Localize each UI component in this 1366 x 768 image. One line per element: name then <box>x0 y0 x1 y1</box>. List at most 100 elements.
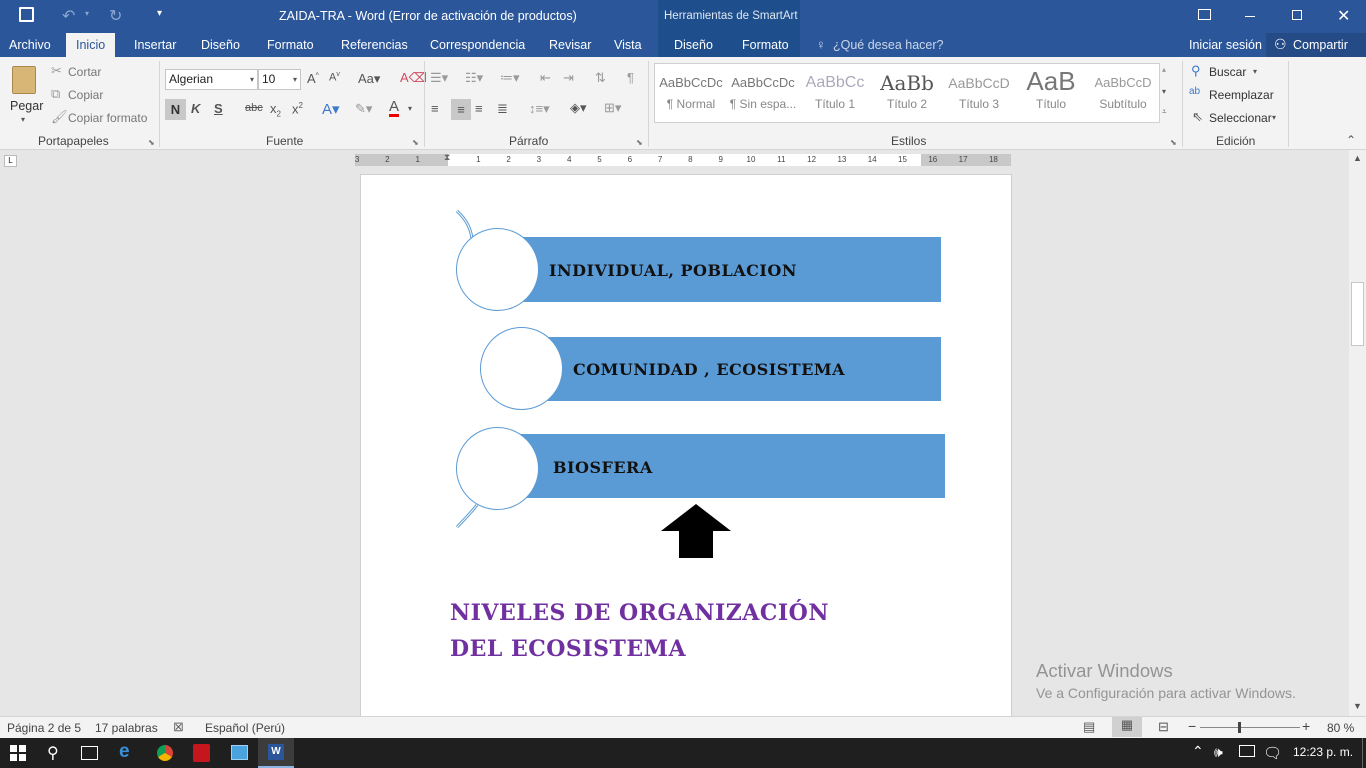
collapse-ribbon-icon[interactable]: ⌃ <box>1346 133 1356 147</box>
volume-icon[interactable]: 🕪 <box>1214 744 1223 761</box>
justify-icon[interactable]: ≣ <box>497 101 508 117</box>
select-dropdown-icon[interactable]: ▾ <box>1272 113 1276 122</box>
replace-button[interactable]: Reemplazar <box>1209 88 1274 102</box>
style-heading-3[interactable]: AaBbCcD Título 3 <box>944 67 1014 123</box>
windows-start-icon[interactable] <box>10 745 26 761</box>
superscript-icon[interactable]: x2 <box>292 101 303 116</box>
italic-button[interactable]: K <box>191 101 200 116</box>
read-mode-icon[interactable]: ▤ <box>1083 719 1095 735</box>
shading-icon[interactable]: ◈▾ <box>570 100 587 116</box>
tab-archivo[interactable]: Archivo <box>1 33 59 57</box>
decrease-indent-icon[interactable]: ⇤ <box>540 70 551 86</box>
style-heading-2[interactable]: AaBb Título 2 <box>872 67 942 123</box>
save-icon[interactable] <box>19 7 34 22</box>
style-no-spacing[interactable]: AaBbCcDc ¶ Sin espa... <box>728 67 798 123</box>
share-button[interactable]: ⚇ Compartir <box>1266 33 1366 57</box>
line-spacing-icon[interactable]: ↕≡▾ <box>529 101 550 117</box>
zoom-in-icon[interactable]: + <box>1302 718 1310 734</box>
copy-button[interactable]: Copiar <box>68 88 103 102</box>
indent-marker-icon[interactable]: ⧗ <box>444 152 450 163</box>
numbering-icon[interactable]: ☷▾ <box>465 70 483 86</box>
horizontal-ruler[interactable]: 3 2 1 1 2 3 4 5 6 7 8 9 10 11 12 13 14 15 16 17 18 <box>355 154 1011 166</box>
style-title[interactable]: AaB Título <box>1016 67 1086 123</box>
format-painter-button[interactable]: Copiar formato <box>68 111 147 125</box>
show-desktop-button[interactable] <box>1362 738 1363 768</box>
clipboard-launcher-icon[interactable]: ⬊ <box>148 138 155 147</box>
grow-font-icon[interactable]: A^ <box>307 71 319 86</box>
sort-icon[interactable]: ⇅ <box>595 70 606 86</box>
undo-icon[interactable]: ↶ <box>62 6 75 26</box>
zoom-slider-thumb[interactable] <box>1238 722 1241 733</box>
zoom-out-icon[interactable]: − <box>1188 718 1196 734</box>
cut-button[interactable]: Cortar <box>68 65 101 79</box>
customize-qat-icon[interactable]: ▾ <box>157 8 162 19</box>
page-count[interactable]: Página 2 de 5 <box>7 721 81 735</box>
tab-vista[interactable]: Vista <box>606 33 650 57</box>
proofing-icon[interactable]: ⊠ <box>173 719 184 735</box>
word-taskbar-button[interactable]: W <box>258 738 294 768</box>
font-name-combo[interactable]: Algerian ▾ <box>165 69 258 90</box>
align-left-icon[interactable]: ≡ <box>431 101 439 116</box>
style-normal[interactable]: AaBbCcDc ¶ Normal <box>656 67 726 123</box>
network-icon[interactable] <box>1239 745 1255 757</box>
styles-launcher-icon[interactable]: ⬊ <box>1170 138 1177 147</box>
tell-me-input[interactable]: ¿Qué desea hacer? <box>833 38 944 52</box>
paste-button[interactable]: Pegar ▾ <box>6 63 46 129</box>
document-page[interactable]: INDIVIDUAL, POBLACION COMUNIDAD , ECOSIS… <box>360 174 1012 716</box>
increase-indent-icon[interactable]: ⇥ <box>563 70 574 86</box>
tab-selector-icon[interactable]: L <box>4 155 17 167</box>
tab-formato[interactable]: Formato <box>259 33 322 57</box>
show-marks-icon[interactable]: ¶ <box>627 70 634 85</box>
redo-icon[interactable]: ↻ <box>109 6 122 26</box>
tab-smartart-diseno[interactable]: Diseño <box>666 33 721 57</box>
select-button[interactable]: Seleccionar <box>1209 111 1272 125</box>
smartart-item-2[interactable]: COMUNIDAD , ECOSISTEMA <box>573 360 845 379</box>
find-button[interactable]: Buscar <box>1209 65 1246 79</box>
tab-smartart-formato[interactable]: Formato <box>734 33 797 57</box>
word-count[interactable]: 17 palabras <box>95 721 158 735</box>
control-panel-icon[interactable] <box>231 745 248 760</box>
multilevel-list-icon[interactable]: ≔▾ <box>500 70 520 86</box>
sign-in-link[interactable]: Iniciar sesión <box>1189 38 1262 52</box>
tab-referencias[interactable]: Referencias <box>333 33 416 57</box>
action-center-icon[interactable]: 🗨 <box>1263 744 1282 762</box>
paragraph-launcher-icon[interactable]: ⬊ <box>636 138 643 147</box>
smartart-circle[interactable] <box>456 427 539 510</box>
document-heading[interactable]: NIVELES DE ORGANIZACIÓN DEL ECOSISTEMA <box>450 595 870 667</box>
acrobat-icon[interactable] <box>193 744 210 762</box>
clock[interactable]: 12:23 p. m. <box>1293 745 1353 759</box>
smartart-item-3[interactable]: BIOSFERA <box>553 458 653 477</box>
tab-revisar[interactable]: Revisar <box>541 33 599 57</box>
align-center-icon[interactable]: ≡ <box>451 99 471 120</box>
tab-correspondencia[interactable]: Correspondencia <box>422 33 533 57</box>
print-layout-icon[interactable]: ▦ <box>1112 717 1142 737</box>
ribbon-display-options-icon[interactable] <box>1198 9 1211 20</box>
font-launcher-icon[interactable]: ⬊ <box>412 138 419 147</box>
bullets-icon[interactable]: ☰▾ <box>430 70 448 86</box>
styles-scroll-up-icon[interactable]: ▴ <box>1162 65 1166 74</box>
tab-inicio[interactable]: Inicio <box>66 33 116 57</box>
language-status[interactable]: Español (Perú) <box>205 721 285 735</box>
scroll-thumb[interactable] <box>1351 282 1364 346</box>
highlight-icon[interactable]: ✎▾ <box>355 101 372 117</box>
scroll-down-icon[interactable]: ▼ <box>1353 701 1362 711</box>
zoom-level[interactable]: 80 % <box>1327 721 1354 735</box>
chevron-up-icon[interactable]: ⌃ <box>1192 743 1204 760</box>
search-icon[interactable]: ⚲ <box>47 743 59 763</box>
close-icon[interactable]: ✕ <box>1337 6 1350 26</box>
change-case-icon[interactable]: Aa▾ <box>358 71 380 87</box>
subscript-icon[interactable]: x2 <box>270 101 281 119</box>
style-heading-1[interactable]: AaBbCc Título 1 <box>800 67 870 123</box>
font-size-combo[interactable]: 10 ▾ <box>258 69 301 90</box>
zoom-slider[interactable] <box>1200 722 1300 733</box>
underline-button[interactable]: S <box>214 101 223 116</box>
borders-icon[interactable]: ⊞▾ <box>604 100 621 116</box>
font-color-dropdown-icon[interactable]: ▾ <box>408 104 412 113</box>
find-dropdown-icon[interactable]: ▾ <box>1253 67 1257 76</box>
tab-diseno[interactable]: Diseño <box>193 33 248 57</box>
align-right-icon[interactable]: ≡ <box>475 101 483 116</box>
font-color-icon[interactable]: A <box>389 99 400 117</box>
edge-icon[interactable]: e <box>119 741 130 763</box>
style-subtitle[interactable]: AaBbCcD Subtítulo <box>1088 67 1158 123</box>
smartart-circle[interactable] <box>456 228 539 311</box>
